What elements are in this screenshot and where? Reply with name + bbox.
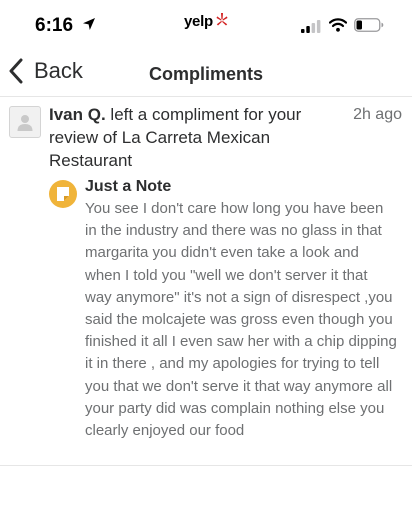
note-icon <box>49 180 77 208</box>
status-bar: 6:16 yelp <box>0 0 412 50</box>
carrier: yelp <box>184 12 229 30</box>
page-title: Compliments <box>148 64 263 84</box>
yelp-burst-icon <box>216 12 228 25</box>
carrier-name: yelp <box>184 13 213 30</box>
compliment-type-title: Just a Note <box>85 178 172 195</box>
battery-icon <box>354 18 384 32</box>
timestamp: 2h ago <box>353 106 402 123</box>
navigation-bar: Back Compliments <box>0 50 412 97</box>
compliment-message: You see I don't care how long you have b… <box>85 200 397 440</box>
cellular-signal-icon <box>301 20 321 33</box>
compliment-summary: Ivan Q. left a compliment for your revie… <box>49 103 344 172</box>
avatar[interactable] <box>9 106 41 138</box>
wifi-icon <box>329 18 347 32</box>
status-time: 6:16 <box>35 15 74 36</box>
sender-name-link[interactable]: Ivan Q. <box>49 105 106 124</box>
note-glyph-icon <box>57 187 69 201</box>
user-placeholder-icon <box>17 115 33 131</box>
compliment-list-item[interactable]: Ivan Q. left a compliment for your revie… <box>0 97 412 466</box>
location-arrow-icon <box>83 18 95 30</box>
